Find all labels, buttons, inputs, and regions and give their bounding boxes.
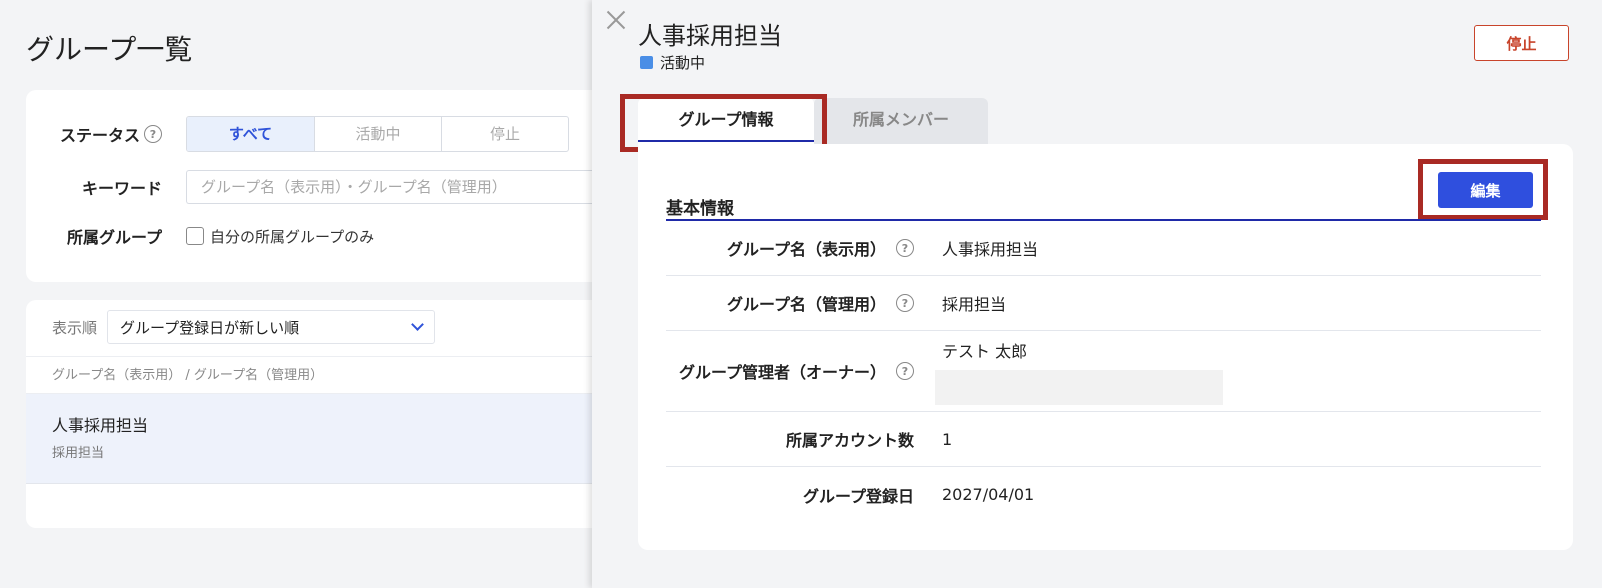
own-groups-only-checkbox[interactable]: 自分の所属グループのみ <box>186 226 374 247</box>
tab-members[interactable]: 所属メンバー <box>814 98 988 144</box>
status-filter-row: ステータス ? すべて 活動中 停止 <box>26 116 569 152</box>
help-icon[interactable]: ? <box>896 239 914 257</box>
status-filter-label: ステータス <box>59 126 140 145</box>
section-title: 基本情報 <box>666 199 734 219</box>
group-list-page: グループ一覧 ステータス ? すべて 活動中 停止 キーワード 所属グループ 自… <box>0 0 606 588</box>
tab-members-label: 所属メンバー <box>852 110 949 129</box>
field-value: 採用担当 <box>942 295 1007 314</box>
field-value: 1 <box>942 429 953 449</box>
filter-card: ステータス ? すべて 活動中 停止 キーワード 所属グループ 自分の所属グルー… <box>26 90 606 282</box>
chevron-down-icon <box>411 318 424 331</box>
sort-row: 表示順 グループ登録日が新しい順 <box>52 310 436 344</box>
active-tab-underline <box>638 140 814 142</box>
info-row-owner: グループ管理者（オーナー） ? テスト 太郎 <box>666 331 1541 412</box>
masked-owner-email <box>935 369 1223 405</box>
field-label: グループ名（表示用） <box>726 240 886 259</box>
keyword-filter-row: キーワード <box>26 170 606 204</box>
field-label: 所属アカウント数 <box>785 431 914 450</box>
list-item[interactable]: 人事採用担当 採用担当 <box>26 394 606 484</box>
help-icon[interactable]: ? <box>896 362 914 380</box>
field-value: 2027/04/01 <box>942 485 1035 504</box>
sort-order-select[interactable]: グループ登録日が新しい順 <box>107 310 436 344</box>
status-option-all[interactable]: すべて <box>187 117 314 151</box>
info-row-admin-name: グループ名（管理用） ? 採用担当 <box>666 276 1541 331</box>
group-info-card: 編集 基本情報 グループ名（表示用） ? 人事採用担当 グループ名（管理用） ?… <box>638 144 1573 550</box>
field-value: テスト 太郎 <box>942 341 1028 361</box>
help-icon[interactable]: ? <box>896 294 914 312</box>
field-label: グループ名（管理用） <box>726 295 886 314</box>
page-title: グループ一覧 <box>26 33 193 66</box>
field-value: 人事採用担当 <box>942 240 1039 259</box>
info-row-registered-date: グループ登録日 2027/04/01 <box>666 467 1541 522</box>
list-item-admin-name: 採用担当 <box>52 446 105 461</box>
info-table: グループ名（表示用） ? 人事採用担当 グループ名（管理用） ? 採用担当 グル… <box>666 221 1541 522</box>
field-label: グループ登録日 <box>802 486 914 506</box>
list-item-display-name: 人事採用担当 <box>52 416 149 435</box>
close-icon[interactable] <box>602 6 630 34</box>
status-segmented-control: すべて 活動中 停止 <box>186 116 569 152</box>
edit-button[interactable]: 編集 <box>1438 172 1533 208</box>
checkbox-box[interactable] <box>186 227 204 245</box>
membership-filter-row: 所属グループ 自分の所属グループのみ <box>26 224 374 248</box>
drawer-title: 人事採用担当 <box>638 22 782 50</box>
status-badge: 活動中 <box>640 52 705 73</box>
tab-group-info-label: グループ情報 <box>678 110 774 129</box>
sort-selected-value: グループ登録日が新しい順 <box>120 318 300 337</box>
checkbox-label: 自分の所属グループのみ <box>210 227 375 246</box>
group-list-card: 表示順 グループ登録日が新しい順 グループ名（表示用） / グループ名（管理用）… <box>26 300 606 528</box>
status-option-stopped[interactable]: 停止 <box>441 117 568 151</box>
tab-group-info[interactable]: グループ情報 <box>638 98 814 144</box>
membership-filter-label: 所属グループ <box>66 228 162 247</box>
stop-button[interactable]: 停止 <box>1474 25 1569 61</box>
info-row-display-name: グループ名（表示用） ? 人事採用担当 <box>666 221 1541 276</box>
keyword-filter-label: キーワード <box>81 179 162 198</box>
sort-label: 表示順 <box>52 318 98 337</box>
keyword-search-input[interactable] <box>186 170 606 204</box>
help-icon[interactable]: ? <box>144 125 162 143</box>
info-row-account-count: 所属アカウント数 1 <box>666 412 1541 467</box>
status-option-active[interactable]: 活動中 <box>314 117 441 151</box>
list-column-header: グループ名（表示用） / グループ名（管理用） <box>26 356 606 394</box>
field-label: グループ管理者（オーナー） <box>678 363 886 382</box>
status-square-icon <box>640 56 653 69</box>
status-text: 活動中 <box>660 54 706 72</box>
group-detail-drawer: 人事採用担当 活動中 停止 グループ情報 所属メンバー 編集 基本情報 グループ… <box>592 0 1602 588</box>
